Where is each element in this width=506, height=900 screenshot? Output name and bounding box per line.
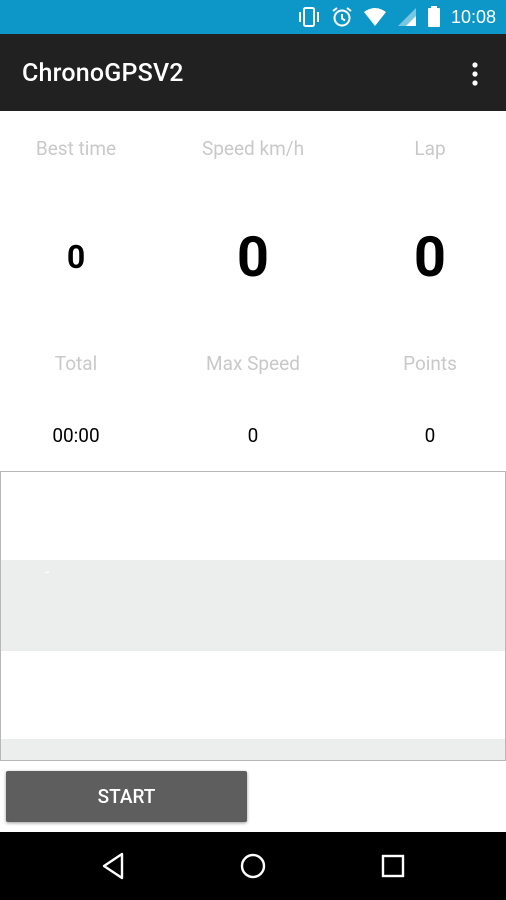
list-item[interactable] bbox=[1, 472, 505, 560]
speed-label: Speed km/h bbox=[201, 137, 305, 160]
vibrate-icon bbox=[297, 6, 321, 28]
status-time: 10:08 bbox=[450, 6, 496, 27]
start-button[interactable]: START bbox=[6, 771, 247, 822]
overflow-menu-icon[interactable] bbox=[468, 61, 482, 87]
wifi-icon bbox=[363, 7, 387, 27]
speed-value: 0 bbox=[236, 224, 270, 290]
app-title: ChronoGPSV2 bbox=[22, 59, 184, 88]
lap-label: Lap bbox=[414, 137, 446, 160]
points-value: 0 bbox=[424, 424, 436, 447]
recents-icon[interactable] bbox=[363, 832, 423, 900]
points-label: Points bbox=[403, 352, 457, 375]
list-item[interactable]: - bbox=[1, 560, 505, 651]
alarm-icon bbox=[331, 6, 353, 28]
signal-icon bbox=[397, 7, 417, 27]
best-time-value: 0 bbox=[66, 238, 86, 276]
total-value: 00:00 bbox=[52, 424, 100, 447]
total-label: Total bbox=[54, 352, 98, 375]
list-item[interactable] bbox=[1, 651, 505, 739]
list-item[interactable] bbox=[1, 739, 505, 760]
app-bar: ChronoGPSV2 bbox=[0, 34, 506, 111]
battery-icon bbox=[427, 6, 441, 28]
home-icon[interactable] bbox=[223, 832, 283, 900]
lap-value: 0 bbox=[413, 224, 447, 290]
status-icons: 10:08 bbox=[297, 0, 496, 34]
navigation-bar bbox=[0, 832, 506, 900]
list-item-label: - bbox=[45, 562, 50, 581]
status-bar: 10:08 bbox=[0, 0, 506, 34]
back-icon[interactable] bbox=[83, 832, 143, 900]
max-speed-value: 0 bbox=[247, 424, 259, 447]
best-time-label: Best time bbox=[35, 137, 117, 160]
max-speed-label: Max Speed bbox=[206, 352, 300, 375]
lap-list[interactable]: - bbox=[0, 471, 506, 761]
